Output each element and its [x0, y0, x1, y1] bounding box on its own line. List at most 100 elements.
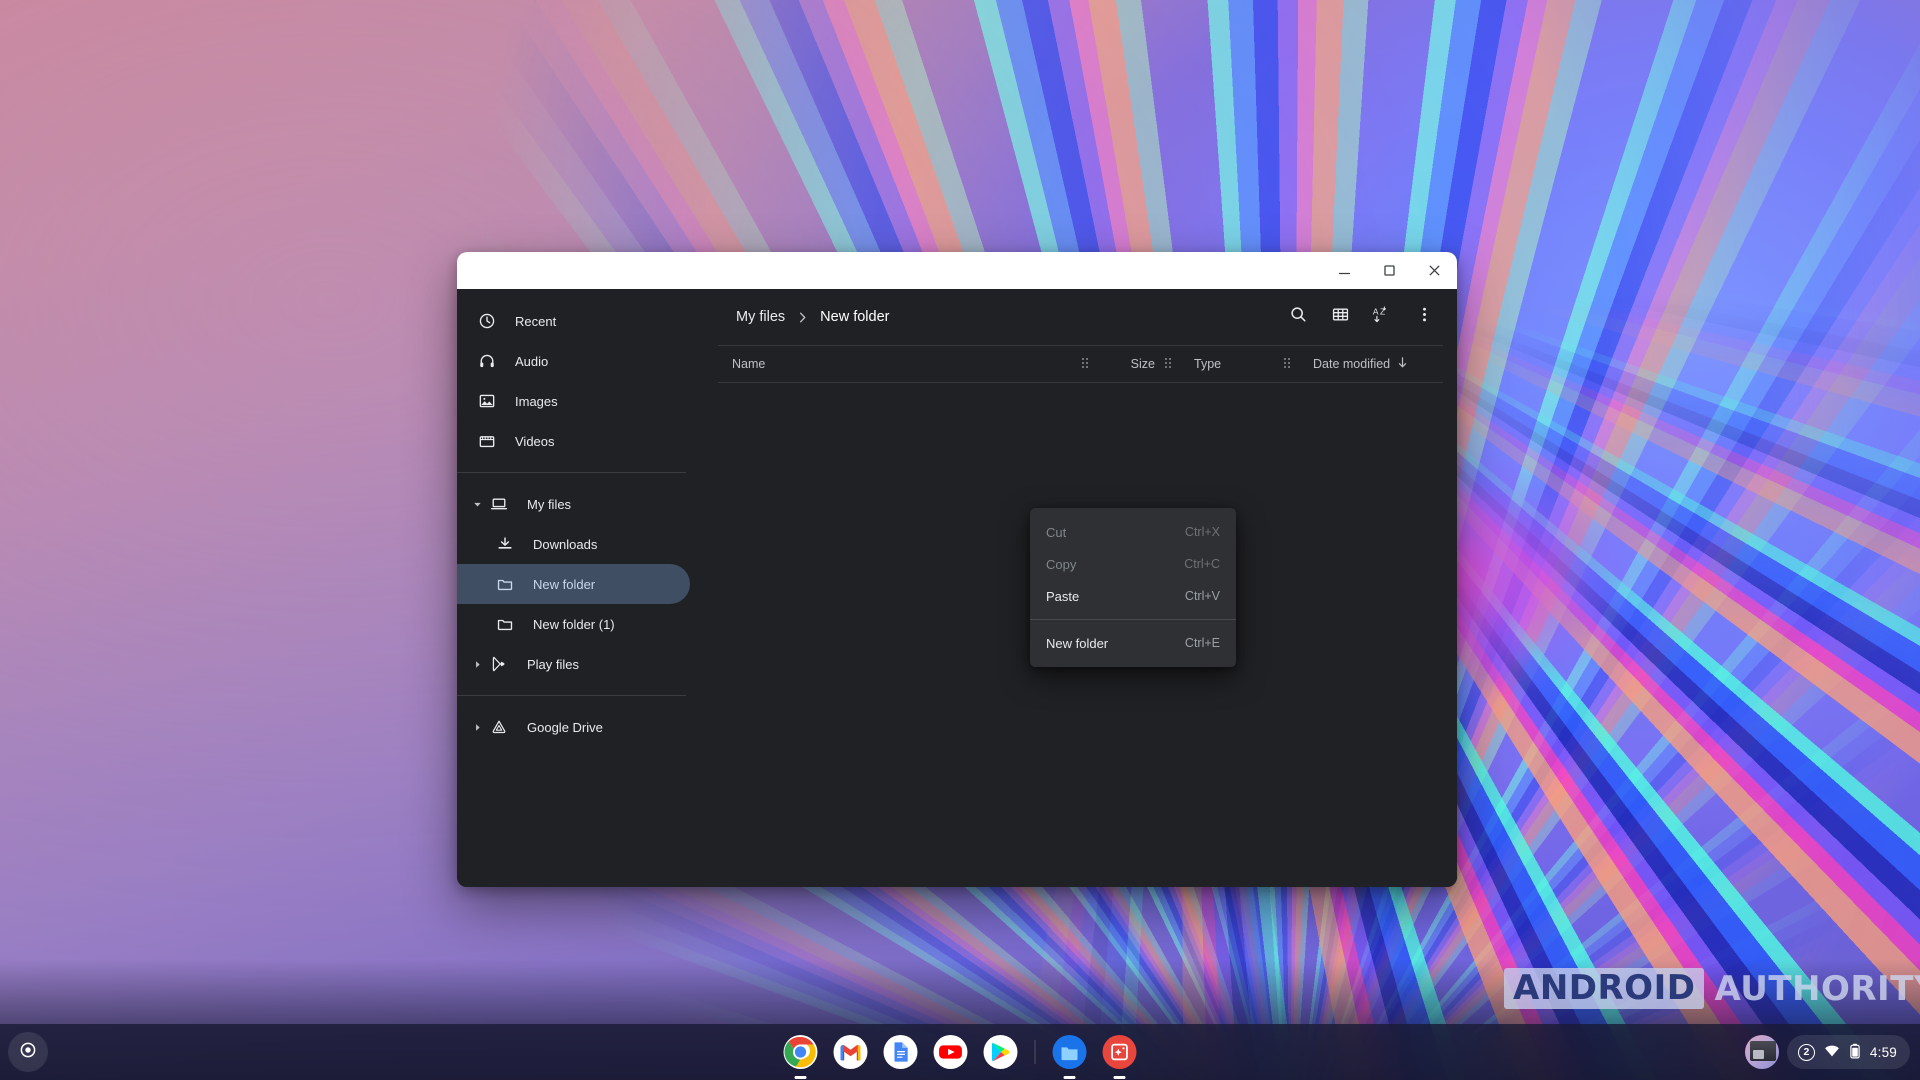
shelf-separator	[1034, 1040, 1036, 1064]
clock-time: 4:59	[1869, 1044, 1897, 1060]
notification-count-badge: 2	[1797, 1043, 1815, 1061]
chrome-icon	[783, 1035, 818, 1069]
window-minimize-button[interactable]	[1322, 252, 1367, 289]
menu-item-shortcut: Ctrl+X	[1184, 525, 1220, 539]
chevron-right-icon[interactable]	[469, 719, 485, 735]
app-running-indicator	[1063, 1076, 1076, 1079]
chevron-right-icon[interactable]	[469, 656, 485, 672]
menu-item-label: Cut	[1046, 524, 1067, 540]
google-docs-icon	[883, 1035, 918, 1069]
sidebar-item-label: Play files	[527, 656, 580, 672]
view-grid-button[interactable]	[1321, 298, 1359, 336]
file-list-header: Name Size Type Date modified	[718, 345, 1443, 383]
breadcrumb-item-new-folder[interactable]: New folder	[814, 304, 895, 330]
context-menu-item-new-folder[interactable]: New folder Ctrl+E	[1030, 627, 1236, 659]
window-close-button[interactable]	[1412, 252, 1457, 289]
column-resize-handle[interactable]	[1082, 357, 1089, 371]
shelf-app-chrome[interactable]	[783, 1034, 819, 1079]
shelf-app-play-store[interactable]	[983, 1034, 1019, 1070]
menu-item-shortcut: Ctrl+V	[1184, 589, 1220, 603]
nav-group-drive: Google Drive	[457, 707, 702, 747]
menu-item-label: New folder	[1046, 635, 1109, 651]
files-icon	[1052, 1035, 1087, 1069]
context-menu-item-cut[interactable]: Cut Ctrl+X	[1030, 516, 1236, 548]
breadcrumb-item-my-files[interactable]: My files	[730, 304, 791, 330]
laptop-icon	[489, 494, 509, 514]
window-titlebar[interactable]	[457, 252, 1457, 289]
context-menu-item-paste[interactable]: Paste Ctrl+V	[1030, 580, 1236, 612]
image-icon	[477, 391, 497, 411]
sidebar-item-images[interactable]: Images	[457, 381, 690, 421]
column-header-date-modified[interactable]: Date modified	[1301, 356, 1433, 372]
system-tray: 2 4:59	[1744, 1035, 1910, 1069]
column-resize-handle[interactable]	[1165, 357, 1172, 371]
status-area[interactable]: 2 4:59	[1786, 1035, 1910, 1069]
sidebar-item-new-folder-1[interactable]: New folder (1)	[457, 604, 690, 644]
files-toolbar: My files New folder A Z	[702, 289, 1457, 345]
sidebar-item-label: Google Drive	[527, 719, 603, 735]
sidebar-divider	[457, 695, 686, 696]
menu-item-shortcut: Ctrl+C	[1184, 557, 1220, 571]
sidebar-item-recent[interactable]: Recent	[457, 301, 690, 341]
watermark-brand: ANDROID	[1504, 968, 1705, 1009]
headphones-icon	[477, 351, 497, 371]
search-button[interactable]	[1279, 298, 1317, 336]
sidebar-item-play-files[interactable]: Play files	[457, 644, 690, 684]
column-header-date-label: Date modified	[1313, 357, 1391, 371]
sidebar-item-audio[interactable]: Audio	[457, 341, 690, 381]
window-maximize-button[interactable]	[1367, 252, 1412, 289]
wifi-icon	[1824, 1043, 1840, 1062]
nav-group-media: Recent Audio Images Videos	[457, 301, 702, 461]
launcher-icon	[18, 1040, 38, 1065]
menu-item-label: Paste	[1046, 588, 1080, 604]
thumbnail-image	[1749, 1041, 1776, 1061]
folder-icon	[495, 614, 515, 634]
shelf-app-docs[interactable]	[883, 1034, 919, 1070]
sidebar-item-downloads[interactable]: Downloads	[457, 524, 690, 564]
nav-group-myfiles: My files Downloads New folder New folder…	[457, 484, 702, 684]
sidebar-item-label: New folder (1)	[533, 616, 615, 632]
menu-item-label: Copy	[1046, 556, 1077, 572]
sidebar-item-videos[interactable]: Videos	[457, 421, 690, 461]
breadcrumb: My files New folder	[730, 304, 1275, 330]
gmail-icon	[833, 1035, 868, 1069]
app-running-indicator	[794, 1076, 807, 1079]
grid-view-icon	[1331, 305, 1350, 329]
sort-az-icon: A Z	[1372, 305, 1392, 330]
sidebar-item-label: Recent	[515, 313, 557, 329]
clock-icon	[477, 311, 497, 331]
shelf-app-files[interactable]	[1052, 1034, 1088, 1079]
column-header-size[interactable]: Size	[1099, 357, 1155, 371]
sidebar-item-new-folder[interactable]: New folder	[457, 564, 690, 604]
shelf-app-youtube[interactable]	[933, 1034, 969, 1070]
screen-capture-icon	[1102, 1035, 1137, 1069]
shelf-app-screenshot[interactable]	[1102, 1034, 1138, 1079]
context-menu-separator	[1030, 619, 1236, 620]
column-resize-handle[interactable]	[1284, 357, 1291, 371]
download-icon	[495, 534, 515, 554]
shelf-app-gmail[interactable]	[833, 1034, 869, 1070]
column-header-type[interactable]: Type	[1182, 357, 1274, 371]
youtube-icon	[933, 1035, 968, 1069]
sidebar-item-label: Images	[515, 393, 558, 409]
column-header-name[interactable]: Name	[730, 357, 1072, 371]
svg-text:A: A	[1373, 306, 1379, 316]
sidebar-item-label: My files	[527, 496, 572, 512]
video-icon	[477, 431, 497, 451]
navigation-sidebar: Recent Audio Images Videos My files Down…	[457, 289, 702, 887]
chromeos-desktop: ANDROID AUTHORITY Recent Audio Images Vi…	[0, 0, 1920, 1080]
context-menu-item-copy[interactable]: Copy Ctrl+C	[1030, 548, 1236, 580]
sidebar-item-label: Audio	[515, 353, 549, 369]
sidebar-item-google-drive[interactable]: Google Drive	[457, 707, 690, 747]
more-options-button[interactable]	[1405, 298, 1443, 336]
chromeos-shelf: 2 4:59	[0, 1024, 1920, 1080]
sidebar-item-my-files[interactable]: My files	[457, 484, 690, 524]
sidebar-divider	[457, 472, 686, 473]
tray-screenshot-thumbnail[interactable]	[1744, 1035, 1779, 1069]
context-menu: Cut Ctrl+X Copy Ctrl+C Paste Ctrl+V New …	[1030, 508, 1236, 667]
chevron-down-icon[interactable]	[469, 496, 485, 512]
sort-button[interactable]: A Z	[1363, 298, 1401, 336]
launcher-button[interactable]	[8, 1032, 48, 1072]
files-app-window: Recent Audio Images Videos My files Down…	[457, 252, 1457, 887]
breadcrumb-separator-icon	[795, 310, 810, 325]
